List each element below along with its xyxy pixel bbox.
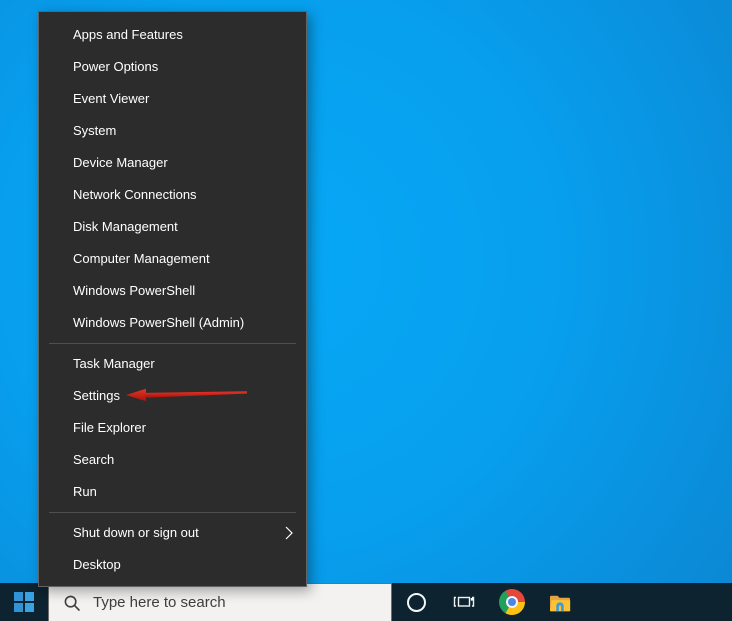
menu-item-label: Search [73, 452, 115, 467]
menu-item-label: Settings [73, 388, 120, 403]
search-icon [64, 595, 80, 611]
start-button[interactable] [0, 583, 48, 621]
menu-item-file-explorer[interactable]: File Explorer [39, 412, 306, 444]
search-input[interactable] [91, 593, 365, 612]
menu-item-device-manager[interactable]: Device Manager [39, 147, 306, 179]
taskbar-search-box[interactable] [48, 583, 392, 621]
menu-item-label: Desktop [73, 557, 121, 572]
menu-item-label: Device Manager [73, 155, 168, 170]
menu-separator [49, 343, 296, 344]
menu-item-label: Task Manager [73, 356, 155, 371]
menu-item-windows-powershell[interactable]: Windows PowerShell [39, 275, 306, 307]
menu-item-run[interactable]: Run [39, 476, 306, 508]
menu-item-label: Computer Management [73, 251, 210, 266]
menu-separator [49, 512, 296, 513]
menu-item-task-manager[interactable]: Task Manager [39, 348, 306, 380]
menu-item-computer-management[interactable]: Computer Management [39, 243, 306, 275]
menu-item-label: Windows PowerShell (Admin) [73, 315, 245, 330]
menu-item-desktop[interactable]: Desktop [39, 549, 306, 581]
menu-item-settings[interactable]: Settings [39, 380, 306, 412]
menu-item-label: File Explorer [73, 420, 146, 435]
menu-item-search[interactable]: Search [39, 444, 306, 476]
menu-item-network-connections[interactable]: Network Connections [39, 179, 306, 211]
file-explorer-button[interactable] [536, 583, 584, 621]
menu-item-label: Shut down or sign out [73, 525, 199, 540]
chevron-right-icon [285, 526, 293, 540]
menu-item-label: Windows PowerShell [73, 283, 196, 298]
task-view-icon [453, 596, 475, 607]
win-x-menu: Apps and Features Power Options Event View… [38, 11, 307, 587]
windows-logo-icon [14, 592, 34, 612]
taskbar [0, 583, 732, 621]
menu-item-system[interactable]: System [39, 115, 306, 147]
menu-item-label: Apps and Features [73, 27, 183, 42]
file-explorer-icon [550, 595, 571, 612]
chrome-icon [499, 589, 525, 615]
menu-item-label: Run [73, 484, 97, 499]
menu-item-disk-management[interactable]: Disk Management [39, 211, 306, 243]
menu-item-label: Network Connections [73, 187, 197, 202]
menu-item-label: Power Options [73, 59, 159, 74]
menu-item-windows-powershell-admin[interactable]: Windows PowerShell (Admin) [39, 307, 306, 339]
menu-item-label: System [73, 123, 117, 138]
menu-item-shut-down-or-sign-out[interactable]: Shut down or sign out [39, 517, 306, 549]
cortana-button[interactable] [392, 583, 440, 621]
menu-item-apps-and-features[interactable]: Apps and Features [39, 19, 306, 51]
cortana-circle-icon [406, 592, 426, 612]
task-view-button[interactable] [440, 583, 488, 621]
menu-item-label: Event Viewer [73, 91, 150, 106]
menu-item-power-options[interactable]: Power Options [39, 51, 306, 83]
menu-item-event-viewer[interactable]: Event Viewer [39, 83, 306, 115]
chrome-button[interactable] [488, 583, 536, 621]
menu-item-label: Disk Management [73, 219, 178, 234]
